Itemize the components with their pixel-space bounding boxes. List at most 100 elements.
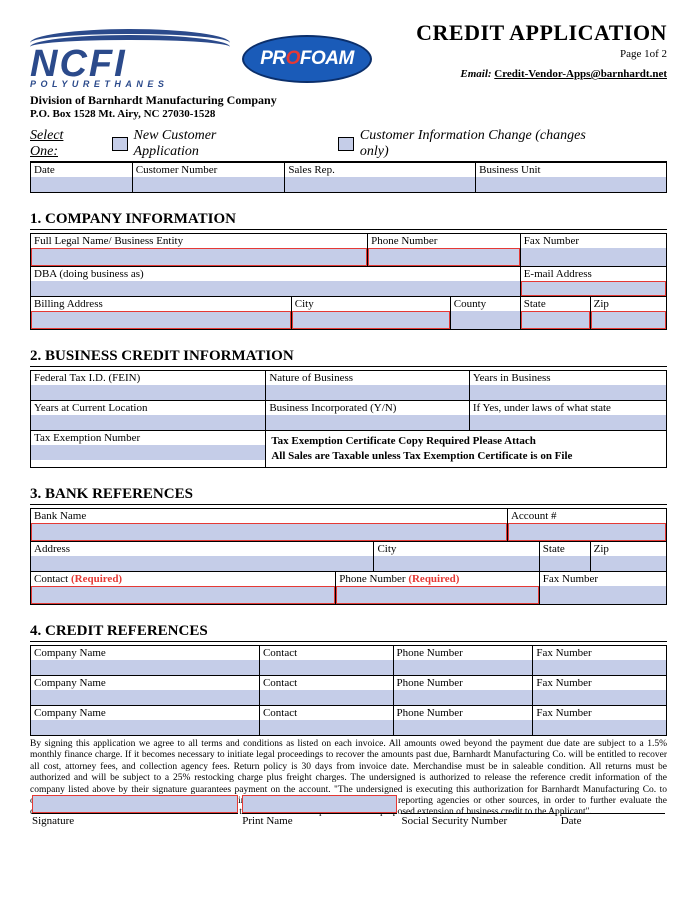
signature-input[interactable] xyxy=(32,795,238,813)
email-field-label: E-mail Address xyxy=(521,267,666,281)
ref3-phone-label: Phone Number xyxy=(394,706,533,720)
zip-input[interactable] xyxy=(591,311,666,329)
date-input[interactable] xyxy=(31,177,132,192)
date-label: Date xyxy=(31,163,132,177)
legal-name-input[interactable] xyxy=(31,248,367,266)
bank-state-input[interactable] xyxy=(540,556,590,571)
fein-label: Federal Tax I.D. (FEIN) xyxy=(31,371,265,385)
state-input[interactable] xyxy=(521,311,590,329)
section-2-title: 2. BUSINESS CREDIT INFORMATION xyxy=(30,348,667,367)
bank-zip-label: Zip xyxy=(591,542,666,556)
nature-input[interactable] xyxy=(266,385,469,400)
ref3-fax-input[interactable] xyxy=(533,720,666,735)
bank-zip-input[interactable] xyxy=(591,556,666,571)
section-4-title: 4. CREDIT REFERENCES xyxy=(30,623,667,642)
ref3-contact-input[interactable] xyxy=(260,720,393,735)
tax-exempt-label: Tax Exemption Number xyxy=(31,431,265,445)
dba-label: DBA (doing business as) xyxy=(31,267,520,281)
section-1-title: 1. COMPANY INFORMATION xyxy=(30,211,667,230)
ref3-company-input[interactable] xyxy=(31,720,259,735)
bank-name-input[interactable] xyxy=(31,523,507,541)
ref2-company-label: Company Name xyxy=(31,676,259,690)
ref1-company-input[interactable] xyxy=(31,660,259,675)
ref1-phone-label: Phone Number xyxy=(394,646,533,660)
bank-city-input[interactable] xyxy=(374,556,538,571)
laws-input[interactable] xyxy=(470,415,666,430)
account-label: Account # xyxy=(508,509,666,523)
ref2-contact-input[interactable] xyxy=(260,690,393,705)
laws-label: If Yes, under laws of what state xyxy=(470,401,666,415)
incorp-input[interactable] xyxy=(266,415,469,430)
print-name-input[interactable] xyxy=(242,795,397,813)
signature-label: Signature xyxy=(32,813,238,827)
ref2-contact-label: Contact xyxy=(260,676,393,690)
new-customer-checkbox[interactable] xyxy=(112,137,127,151)
email-field-input[interactable] xyxy=(521,281,666,296)
county-label: County xyxy=(451,297,520,311)
years-loc-input[interactable] xyxy=(31,415,265,430)
city-label: City xyxy=(292,297,450,311)
ref2-company-input[interactable] xyxy=(31,690,259,705)
email-address[interactable]: Credit-Vendor-Apps@barnhardt.net xyxy=(494,68,667,80)
bank-fax-input[interactable] xyxy=(540,586,666,604)
phone-input[interactable] xyxy=(368,248,520,266)
ncfi-logo-subtitle: POLYURETHANES xyxy=(30,79,230,89)
account-input[interactable] xyxy=(508,523,666,541)
ref2-fax-input[interactable] xyxy=(533,690,666,705)
billing-input[interactable] xyxy=(31,311,291,329)
po-box-text: P.O. Box 1528 Mt. Airy, NC 27030-1528 xyxy=(30,108,667,120)
ref1-fax-input[interactable] xyxy=(533,660,666,675)
select-label: Select One: xyxy=(30,128,92,160)
division-text: Division of Barnhardt Manufacturing Comp… xyxy=(30,93,667,108)
info-change-checkbox[interactable] xyxy=(338,137,353,151)
billing-label: Billing Address xyxy=(31,297,291,311)
fax-label: Fax Number xyxy=(521,234,666,248)
ref3-fax-label: Fax Number xyxy=(533,706,666,720)
fein-input[interactable] xyxy=(31,385,265,400)
tax-exempt-input[interactable] xyxy=(31,445,265,460)
bank-references-table: Bank Name Account # Address City State Z… xyxy=(30,508,667,605)
ref2-phone-label: Phone Number xyxy=(394,676,533,690)
customer-number-label: Customer Number xyxy=(133,163,285,177)
tax-note: Tax Exemption Certificate Copy Required … xyxy=(266,431,666,467)
business-unit-label: Business Unit xyxy=(476,163,666,177)
credit-references-table: Company Name Contact Phone Number Fax Nu… xyxy=(30,645,667,736)
ref1-contact-input[interactable] xyxy=(260,660,393,675)
phone-label: Phone Number xyxy=(368,234,520,248)
business-unit-input[interactable] xyxy=(476,177,666,192)
info-change-label: Customer Information Change (changes onl… xyxy=(360,128,607,160)
print-name-label: Print Name xyxy=(242,813,397,827)
nature-label: Nature of Business xyxy=(266,371,469,385)
profoam-logo: PROFOAM xyxy=(242,35,372,83)
email-label: Email: xyxy=(460,68,491,80)
select-one-row: Select One: New Customer Application Cus… xyxy=(30,128,667,162)
sig-date-label: Date xyxy=(561,813,665,827)
years-loc-label: Years at Current Location xyxy=(31,401,265,415)
bank-contact-input[interactable] xyxy=(31,586,335,604)
state-label: State xyxy=(521,297,590,311)
incorp-label: Business Incorporated (Y/N) xyxy=(266,401,469,415)
ssn-label: Social Security Number xyxy=(401,813,556,827)
bank-contact-label: Contact (Required) xyxy=(31,572,335,586)
bank-phone-input[interactable] xyxy=(336,586,539,604)
ref2-fax-label: Fax Number xyxy=(533,676,666,690)
dba-input[interactable] xyxy=(31,281,520,296)
years-biz-input[interactable] xyxy=(470,385,666,400)
city-input[interactable] xyxy=(292,311,450,329)
fax-input[interactable] xyxy=(521,248,666,266)
customer-number-input[interactable] xyxy=(133,177,285,192)
bank-state-label: State xyxy=(540,542,590,556)
section-3-title: 3. BANK REFERENCES xyxy=(30,486,667,505)
company-info-table: Full Legal Name/ Business Entity Phone N… xyxy=(30,233,667,330)
ref2-phone-input[interactable] xyxy=(394,690,533,705)
ref1-fax-label: Fax Number xyxy=(533,646,666,660)
county-input[interactable] xyxy=(451,311,520,329)
bank-address-label: Address xyxy=(31,542,373,556)
bank-address-input[interactable] xyxy=(31,556,373,571)
ref3-phone-input[interactable] xyxy=(394,720,533,735)
signature-row: Signature Print Name Social Security Num… xyxy=(30,795,667,827)
bank-name-label: Bank Name xyxy=(31,509,507,523)
sales-rep-input[interactable] xyxy=(285,177,475,192)
top-info-table: Date Customer Number Sales Rep. Business… xyxy=(30,162,667,193)
ref1-phone-input[interactable] xyxy=(394,660,533,675)
